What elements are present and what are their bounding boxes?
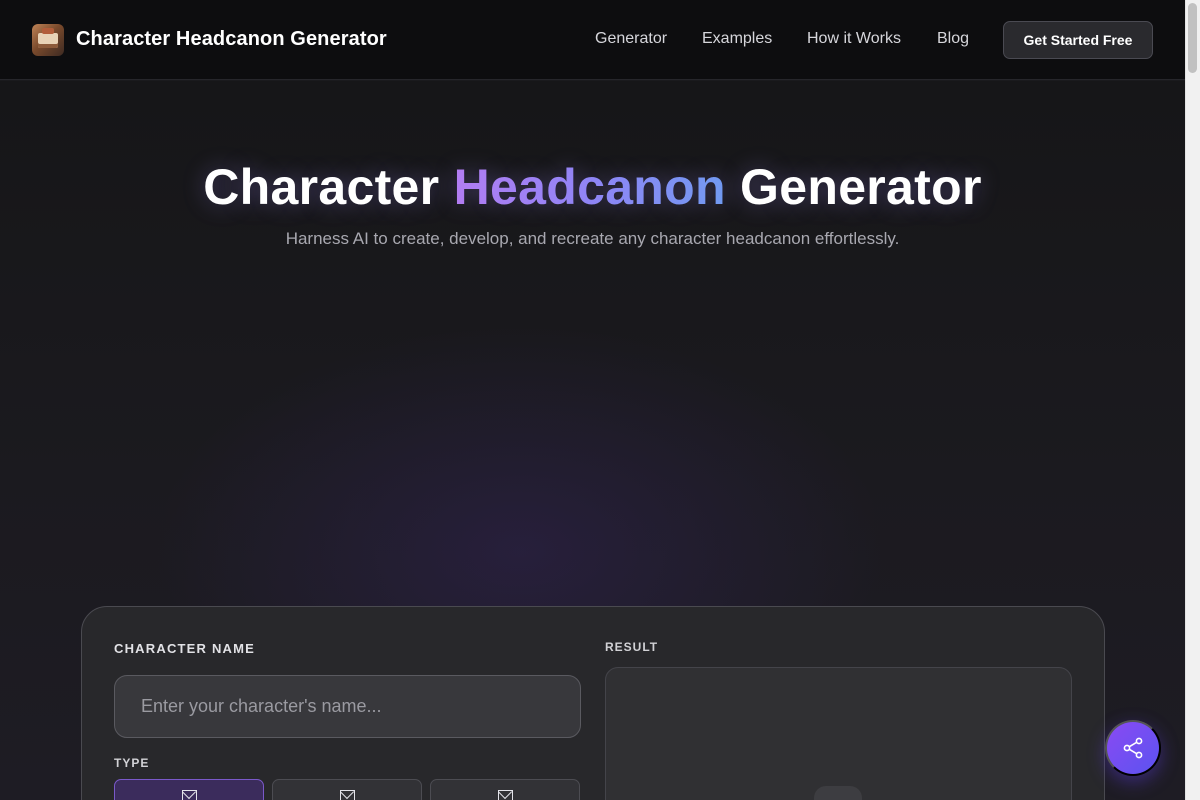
brand-name[interactable]: Character Headcanon Generator bbox=[76, 28, 387, 51]
scrollbar-thumb[interactable] bbox=[1188, 3, 1197, 73]
nav-blog[interactable]: Blog bbox=[937, 30, 969, 48]
result-panel bbox=[605, 667, 1072, 800]
get-started-button[interactable]: Get Started Free bbox=[1003, 21, 1153, 59]
headcanon-logo-icon[interactable] bbox=[32, 24, 64, 56]
title-part-3: Generator bbox=[740, 159, 982, 215]
hero-subtitle: Harness AI to create, develop, and recre… bbox=[285, 229, 900, 248]
mail-icon bbox=[497, 790, 513, 800]
site-header: Character Headcanon Generator Generator … bbox=[0, 0, 1185, 80]
nav-generator[interactable]: Generator bbox=[595, 30, 667, 48]
character-name-input[interactable] bbox=[114, 675, 581, 738]
share-icon bbox=[1123, 737, 1143, 759]
type-option-2[interactable] bbox=[272, 779, 422, 800]
result-label: RESULT bbox=[605, 640, 659, 654]
result-placeholder-icon bbox=[814, 786, 862, 800]
mail-icon bbox=[339, 790, 355, 800]
type-option-3[interactable] bbox=[430, 779, 580, 800]
mail-icon bbox=[181, 790, 197, 800]
type-option-1[interactable] bbox=[114, 779, 264, 800]
title-part-1: Character bbox=[203, 159, 440, 215]
character-name-label: CHARACTER NAME bbox=[114, 641, 256, 656]
nav-examples[interactable]: Examples bbox=[702, 30, 772, 48]
scrollbar-track[interactable] bbox=[1185, 0, 1200, 800]
page-title: Character Headcanon Generator bbox=[0, 158, 1185, 216]
title-accent: Headcanon bbox=[453, 159, 726, 215]
nav-how-it-works[interactable]: How it Works bbox=[807, 30, 901, 48]
type-label: TYPE bbox=[114, 756, 150, 770]
share-button[interactable] bbox=[1105, 720, 1161, 776]
